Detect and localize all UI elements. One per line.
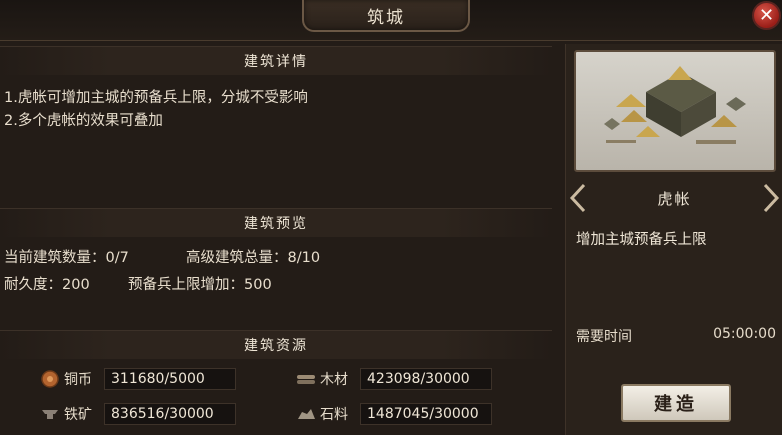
coin-icon [40,369,60,389]
advanced-total: 高级建筑总量：8/10 [186,250,321,266]
resource-name: 铁矿 [64,407,92,423]
detail-line-1: 1.虎帐可增加主城的预备兵上限，分城不受影响 [4,90,308,106]
build-time: 需要时间 05:00:00 [576,326,776,346]
resource-copper: 铜币 311680/5000 [40,367,236,391]
iron-icon [40,404,60,424]
time-value: 05:00:00 [713,326,776,342]
resource-name: 石料 [320,407,348,423]
chevron-left-icon[interactable] [566,180,590,216]
time-label: 需要时间 [576,329,632,345]
resource-value: 311680/5000 [104,368,236,390]
building-preview-image [574,50,776,172]
title-bar: 筑城 ✕ [0,0,782,41]
durability: 耐久度：200 [4,277,90,293]
info-panel: 建筑详情 1.虎帐可增加主城的预备兵上限，分城不受影响 2.多个虎帐的效果可叠加… [0,44,552,435]
chevron-right-icon[interactable] [759,180,782,216]
resource-value: 836516/30000 [104,403,236,425]
preview-heading: 建筑预览 [0,208,552,237]
reserve-increase: 预备兵上限增加：500 [128,277,272,293]
close-icon: ✕ [758,5,775,26]
resource-stone: 石料 1487045/30000 [296,402,492,426]
resources-heading: 建筑资源 [0,330,552,359]
wood-icon [296,369,316,389]
building-panel: 虎帐 增加主城预备兵上限 需要时间 05:00:00 建造 [565,44,782,435]
build-button[interactable]: 建造 [621,384,731,422]
resource-wood: 木材 423098/30000 [296,367,492,391]
building-name: 虎帐 [657,189,692,208]
details-heading: 建筑详情 [0,46,552,75]
resource-value: 1487045/30000 [360,403,492,425]
window-title: 筑城 [302,0,470,32]
detail-line-2: 2.多个虎帐的效果可叠加 [4,113,163,129]
resource-name: 木材 [320,372,348,388]
building-description: 增加主城预备兵上限 [576,232,707,248]
stone-icon [296,404,316,424]
building-selector: 虎帐 [566,178,782,218]
resource-value: 423098/30000 [360,368,492,390]
close-button[interactable]: ✕ [752,1,781,30]
resource-iron: 铁矿 836516/30000 [40,402,236,426]
building-count: 当前建筑数量：0/7 [4,250,129,266]
resource-name: 铜币 [64,372,92,388]
